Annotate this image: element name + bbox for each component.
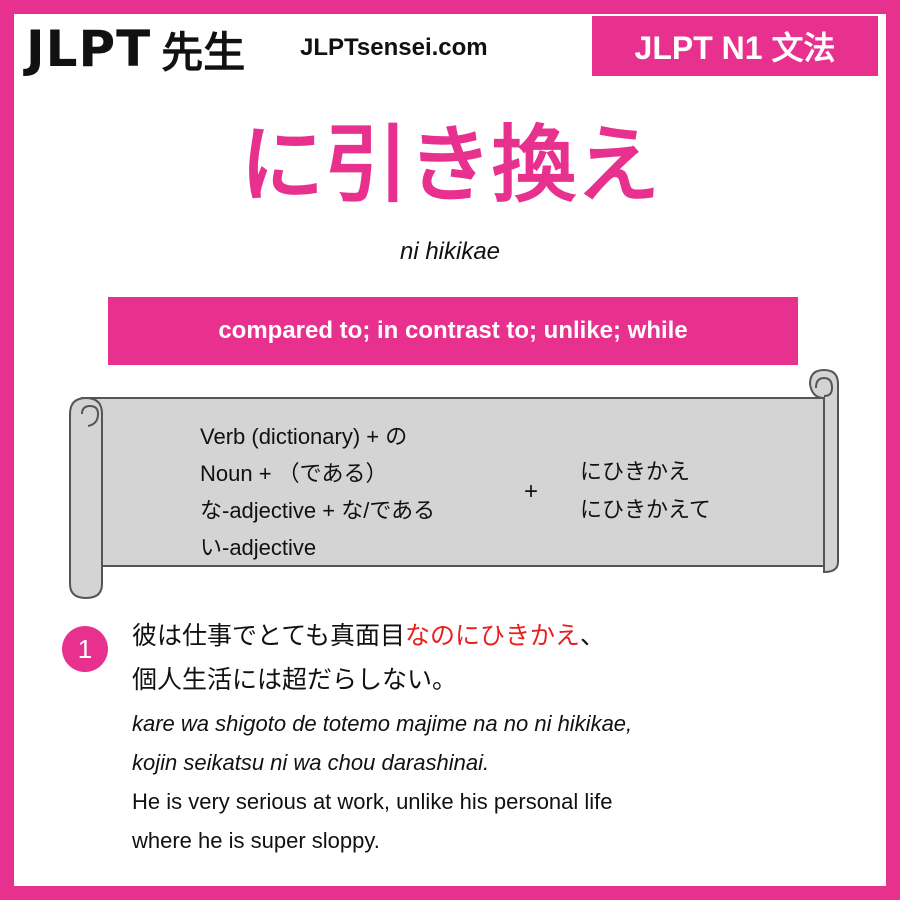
rule-noun: Noun + （である） [200,461,388,486]
plus-sign: + [524,478,539,505]
form-hikikae: にひきかえ [580,460,691,485]
logo-text: JLPT [26,20,152,78]
example-english-line-2: where he is super sloppy. [132,828,380,853]
rule-verb: Verb (dictionary) + の [200,424,408,449]
example-romaji: kare wa shigoto de totemo majime na no n… [132,704,632,782]
example-jp-pre: 彼は仕事でとても真面目 [132,621,406,650]
site-url: JLPTsensei.com [300,34,488,61]
logo-kanji: 先生 [161,27,246,77]
logo: JLPT 先生 [26,18,245,80]
example-jp-highlight: なのにひきかえ [405,621,581,650]
example-number-badge: 1 [62,626,108,672]
rule-na-adjective: な-adjective + な/である [200,498,436,523]
scroll-graphic [69,368,839,600]
level-badge: JLPT N1 文法 [592,16,878,76]
formation-rules: Verb (dictionary) + の Noun + （である） な-adj… [200,418,435,566]
grammar-forms: にひきかえ にひきかえて [580,454,711,530]
example-romaji-line-1: kare wa shigoto de totemo majime na no n… [132,711,633,736]
example-jp-line-2: 個人生活には超だらしない。 [132,665,458,694]
example-jp-post: 、 [580,621,606,650]
example-japanese: 彼は仕事でとても真面目なのにひきかえ、 個人生活には超だらしない。 [132,614,605,702]
form-hikikaete: にひきかえて [580,498,711,523]
example-jp-line-1: 彼は仕事でとても真面目なのにひきかえ、 [132,614,605,658]
example-romaji-line-2: kojin seikatsu ni wa chou darashinai. [132,750,490,775]
grammar-title: に引き換え [239,116,660,214]
rule-i-adjective: い-adjective [200,535,317,560]
example-english-line-1: He is very serious at work, unlike his p… [132,789,613,814]
grammar-romaji: ni hikikae [399,238,501,265]
meaning-banner: compared to; in contrast to; unlike; whi… [108,297,798,365]
formation-scroll [60,366,850,602]
example-english: He is very serious at work, unlike his p… [132,782,613,860]
